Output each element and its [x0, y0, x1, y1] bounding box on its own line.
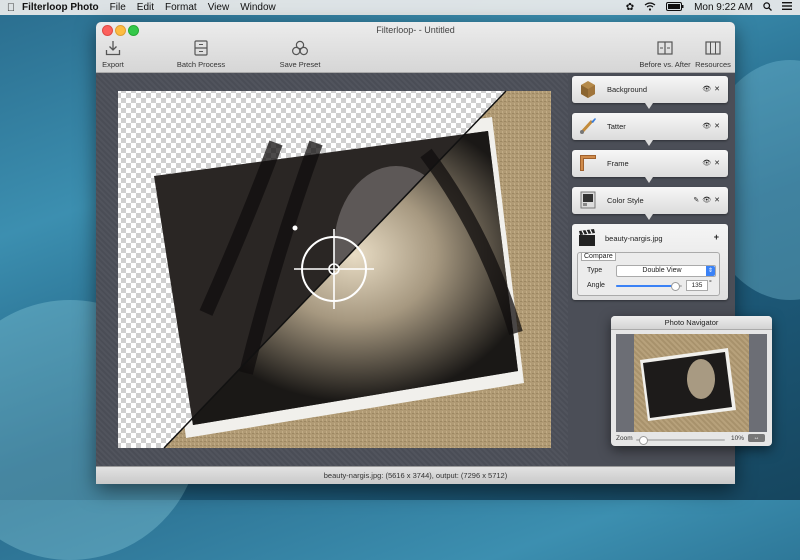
export-button[interactable]: Export — [98, 39, 128, 69]
notification-center-icon[interactable] — [782, 2, 792, 13]
export-icon — [98, 39, 128, 57]
zoom-value: 10% — [731, 435, 745, 442]
type-label: Type — [587, 267, 603, 274]
eye-icon[interactable]: 👁 — [702, 196, 711, 204]
close-icon[interactable]: ✕ — [714, 85, 720, 93]
close-icon[interactable]: ✕ — [714, 196, 720, 204]
zoom-slider[interactable] — [636, 436, 725, 445]
batch-process-button[interactable]: Batch Process — [174, 39, 228, 69]
canvas-area[interactable] — [96, 73, 568, 467]
layer-name: Tatter — [607, 122, 626, 131]
angle-input[interactable]: 135 — [686, 280, 708, 291]
layer-name: Frame — [607, 159, 629, 168]
layer-background[interactable]: Background 👁 ✕ — [572, 76, 728, 109]
status-bar: beauty-nargis.jpg: (5616 x 3744), output… — [96, 466, 735, 484]
layer-tatter[interactable]: Tatter 👁 ✕ — [572, 113, 728, 146]
layer-name: Background — [607, 85, 648, 94]
file-name: beauty-nargis.jpg — [605, 234, 663, 243]
menu-format[interactable]: Format — [165, 2, 197, 13]
resources-button[interactable]: Resources — [693, 39, 733, 69]
zoom-slider-knob[interactable] — [639, 436, 649, 445]
brush-icon — [580, 118, 596, 134]
battery-icon[interactable] — [666, 1, 684, 14]
angle-handle[interactable] — [292, 225, 298, 231]
menu-bar:  Filterloop Photo File Edit Format View… — [0, 0, 800, 15]
before-after-label: Before vs. After — [639, 60, 691, 69]
split-view-icon — [637, 39, 693, 57]
menu-file[interactable]: File — [110, 2, 126, 13]
apple-icon[interactable]:  — [0, 2, 22, 14]
photo-canvas[interactable] — [96, 73, 568, 467]
layer-file[interactable]: beauty-nargis.jpg + Compare Type Double … — [572, 224, 728, 300]
layer-connector — [645, 214, 653, 220]
spotlight-icon[interactable] — [763, 1, 772, 14]
layer-connector — [645, 140, 653, 146]
angle-slider[interactable] — [616, 282, 682, 291]
layer-name: Color Style — [607, 196, 644, 205]
library-icon — [693, 39, 733, 57]
angle-unit: ° — [709, 280, 712, 287]
menu-app-name[interactable]: Filterloop Photo — [22, 2, 99, 13]
layer-connector — [645, 177, 653, 183]
menu-view[interactable]: View — [208, 2, 230, 13]
close-icon[interactable]: ✕ — [714, 122, 720, 130]
menu-window[interactable]: Window — [240, 2, 276, 13]
batch-process-label: Batch Process — [176, 60, 226, 69]
before-after-button[interactable]: Before vs. After — [637, 39, 693, 69]
zoom-label: Zoom — [616, 435, 633, 442]
navigator-title: Photo Navigator — [611, 316, 772, 330]
navigator-preview[interactable] — [616, 334, 767, 432]
layer-connector — [645, 103, 653, 109]
save-preset-label: Save Preset — [279, 60, 321, 69]
save-preset-button[interactable]: Save Preset — [276, 39, 324, 69]
photo-navigator: Photo Navigator Zoom 10% ↔ — [611, 316, 772, 446]
eye-icon[interactable]: 👁 — [702, 85, 711, 93]
add-icon[interactable]: + — [714, 232, 719, 242]
box-icon — [581, 81, 595, 98]
clapperboard-icon — [579, 229, 595, 246]
clock[interactable]: Mon 9:22 AM — [694, 2, 753, 13]
layer-frame[interactable]: Frame 👁 ✕ — [572, 150, 728, 183]
angle-slider-knob[interactable] — [671, 282, 681, 291]
close-icon[interactable]: ✕ — [714, 159, 720, 167]
fit-view-icon[interactable]: ↔ — [748, 434, 765, 442]
menu-edit[interactable]: Edit — [137, 2, 154, 13]
brush-small-icon[interactable]: ✎ — [693, 196, 699, 204]
navigator-thumbnail — [640, 348, 736, 421]
window-title: Filterloop- - Untitled — [376, 25, 455, 35]
resources-label: Resources — [695, 60, 731, 69]
eye-icon[interactable]: 👁 — [702, 122, 711, 130]
compare-label: Compare — [581, 252, 616, 261]
frame-icon — [580, 155, 596, 171]
wifi-icon[interactable] — [644, 1, 656, 14]
angle-slider-fill — [616, 285, 676, 287]
export-label: Export — [102, 60, 124, 69]
compare-group: Compare Type Double View ⇕ Angle 135 ° — [577, 252, 720, 296]
layer-panel: Background 👁 ✕ Tatter 👁 ✕ Frame 👁 ✕ Color S… — [572, 76, 728, 300]
zoom-row: Zoom 10% ↔ — [616, 433, 767, 445]
type-select-value: Double View — [642, 267, 682, 274]
cabinet-icon — [174, 39, 228, 57]
layer-color-style[interactable]: Color Style ✎ 👁 ✕ — [572, 187, 728, 220]
plant-icon[interactable]: ✿ — [626, 2, 634, 13]
type-select[interactable]: Double View ⇕ — [616, 265, 716, 277]
color-style-icon — [580, 191, 596, 209]
preset-circles-icon — [276, 39, 324, 57]
title-bar: Filterloop- - Untitled Export Batch Proc… — [96, 22, 735, 73]
eye-icon[interactable]: 👁 — [702, 159, 711, 167]
angle-label: Angle — [587, 282, 605, 289]
select-arrow-icon[interactable]: ⇕ — [706, 266, 715, 276]
